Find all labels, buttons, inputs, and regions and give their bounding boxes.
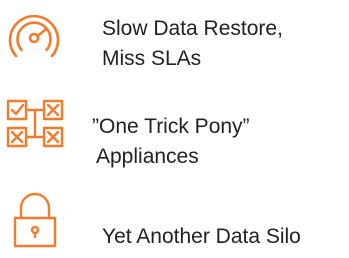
- feature-label-line: Appliances: [96, 145, 199, 168]
- feature-item-one-trick-pony: ”One Trick Pony” Appliances: [0, 90, 349, 180]
- feature-label-line: Slow Data Restore,: [102, 17, 283, 40]
- feature-item-slow-restore: Slow Data Restore, Miss SLAs: [0, 0, 349, 90]
- checkbox-grid-icon: [6, 99, 64, 148]
- feature-label: Yet Another Data Silo: [102, 222, 301, 252]
- feature-label: ”One Trick Pony” Appliances: [92, 112, 250, 172]
- feature-label: Slow Data Restore, Miss SLAs: [102, 14, 283, 74]
- feature-label-line: ”One Trick Pony”: [92, 115, 250, 138]
- padlock-icon: [13, 192, 57, 248]
- feature-label-line: Yet Another Data Silo: [102, 225, 301, 248]
- feature-label-line: Miss SLAs: [102, 47, 202, 70]
- feature-item-data-silo: Yet Another Data Silo: [0, 180, 349, 258]
- speedometer-icon: [8, 14, 60, 58]
